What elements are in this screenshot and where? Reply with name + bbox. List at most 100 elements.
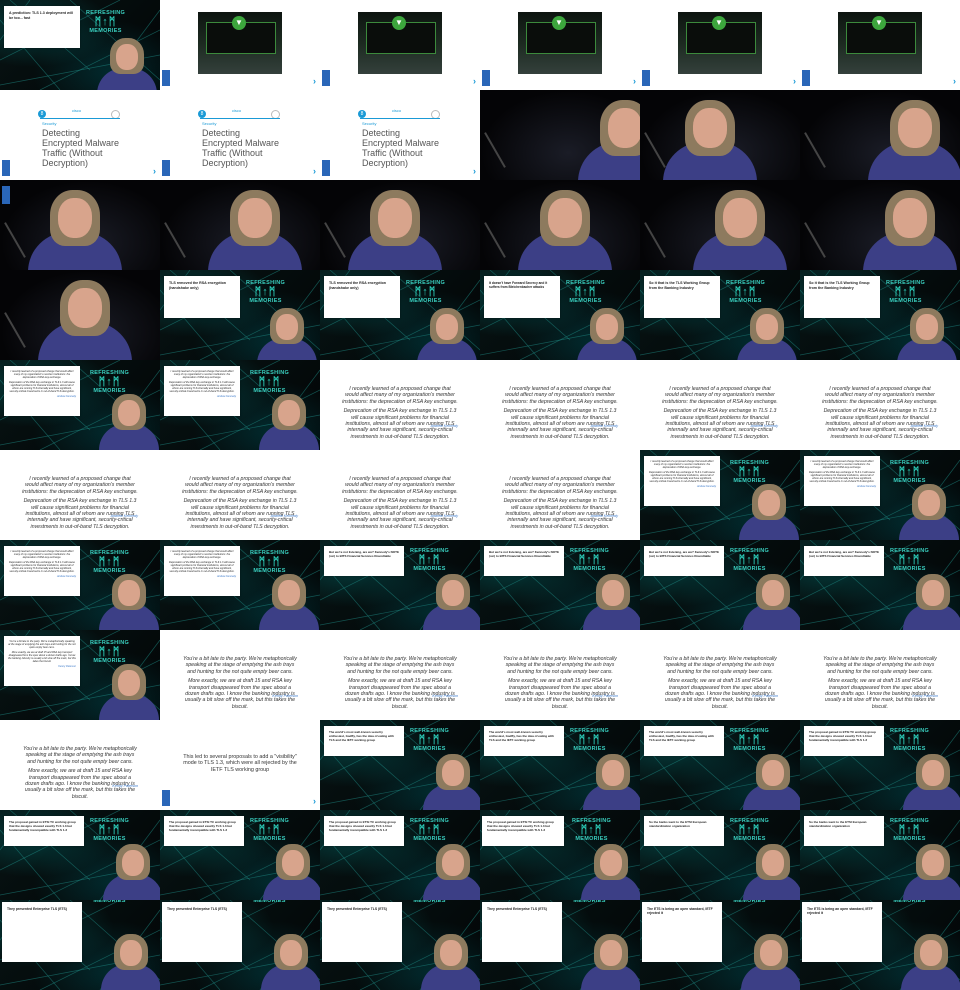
slide-card-quote: I recently learned of a proposed change … — [804, 456, 880, 506]
presentation-title: Detecting Encrypted Malware Traffic (Wit… — [42, 128, 120, 168]
slide-text: It doesn't have Forward Secrecy and it s… — [489, 281, 548, 290]
slide-card: The ETS is being an open standard, IETF … — [642, 902, 722, 962]
quote-attribution: Kenny Paterson — [432, 694, 458, 698]
slide-text: The proposal gained in ETSI TC working g… — [169, 820, 236, 832]
quote-block: I recently learned of a proposed change … — [822, 386, 938, 443]
speaker-figure — [898, 748, 960, 810]
slide-text: But we're not listening, are we? Kennedy… — [649, 550, 719, 558]
slide-card-quote: I recently learned of a proposed change … — [164, 366, 240, 416]
frame-r1c0: 8 cisco Security Detecting Encrypted Malwar… — [0, 90, 160, 180]
next-slide-arrow[interactable]: › — [633, 77, 636, 86]
next-slide-arrow[interactable]: › — [313, 797, 316, 806]
frame-r10c4: The ETS is being an open standard, IETF … — [640, 900, 800, 990]
microphone — [4, 312, 26, 348]
frame-r0c2: ▼ › — [320, 0, 480, 90]
frame-r7c5: You're a bit late to the party. We're me… — [800, 630, 960, 720]
quote-block: I recently learned of a proposed change … — [662, 386, 778, 443]
quote-block: You're a bit late to the party. We're me… — [822, 656, 938, 713]
slide-text: The ETS is being an open standard, IETF … — [647, 907, 713, 916]
frame-r9c4: So the banks went to the ETSI European s… — [640, 810, 800, 900]
slide-text: The proposal gained in ETSI TC working g… — [329, 820, 396, 832]
slide-text: The world's most well-known security ent… — [329, 730, 394, 742]
logo-glyph: ᛗ↑ᛗ — [418, 823, 441, 836]
logo-glyph: ᛗ↑ᛗ — [734, 285, 757, 298]
logo-line2: MEMORIES — [253, 900, 286, 904]
frame-r8c3: The world's most well-known security ent… — [480, 720, 640, 810]
slide-text: So it that is the TLS Working Group from… — [809, 281, 870, 290]
logo-glyph: ᛗ↑ᛗ — [738, 733, 761, 746]
logo-glyph: ᛗ↑ᛗ — [98, 375, 121, 388]
slide-text: But we're not listening, are we? Kennedy… — [329, 550, 399, 558]
refreshing-memories-logo: REFRESHINGᛗ↑ᛗMEMORIES — [410, 900, 449, 904]
frame-r0c5: ▼ › — [800, 0, 960, 90]
frame-r3c3: It doesn't have Forward Secrecy and it s… — [480, 270, 640, 360]
refreshing-memories-logo: REFRESHINGᛗ↑ᛗMEMORIES — [90, 900, 129, 904]
logo-glyph: ᛗ↑ᛗ — [94, 15, 117, 28]
frame-r2c5 — [800, 180, 960, 270]
logo-glyph: ᛗ↑ᛗ — [98, 823, 121, 836]
slide-card: But we're not listening, are we? Kennedy… — [644, 546, 724, 576]
speaker-face — [120, 940, 142, 966]
speaker-figure — [418, 838, 480, 900]
frame-r6c2: But we're not listening, are we? Kennedy… — [320, 540, 480, 630]
title-rule — [200, 118, 280, 119]
logo-glyph: ᛗ↑ᛗ — [898, 553, 921, 566]
slide-card: TLS removed the RSA encryption (handshak… — [164, 276, 240, 318]
slide-text: The proposal gained in ETSI TC working g… — [809, 730, 876, 742]
side-flag — [162, 790, 170, 806]
slide-text: So the banks went to the ETSI European s… — [649, 820, 707, 828]
speaker-face — [280, 940, 302, 966]
speaker-figure — [94, 388, 160, 450]
slide-text: So it that is the TLS Working Group from… — [649, 281, 710, 290]
slide-quote-text: I recently learned of a proposed change … — [650, 460, 714, 470]
frame-r0c4: ▼ › — [640, 0, 800, 90]
quote-attribution: Andrew Kennedy — [750, 424, 778, 428]
next-slide-arrow[interactable]: › — [953, 77, 956, 86]
slide-card: The proposal gained in ETSI TC working g… — [164, 816, 244, 846]
slide-card: The world's most well-known security ent… — [644, 726, 724, 756]
quote-attribution: Andrew Kennedy — [590, 424, 618, 428]
slide-quote-text: I recently learned of a proposed change … — [170, 370, 234, 380]
quote-block: You're a bit late to the party. We're me… — [662, 656, 778, 713]
slide-quote-text: Andrew Kennedy — [56, 394, 76, 398]
speaker-figure — [578, 568, 640, 630]
frame-r7c4: You're a bit late to the party. We're me… — [640, 630, 800, 720]
slide-card: A prediction: TLS 1.3 deployment will be… — [4, 6, 80, 48]
next-slide-arrow[interactable]: › — [313, 77, 316, 86]
speaker-face — [922, 850, 944, 876]
frame-r9c3: The proposal gained in ETSI TC working g… — [480, 810, 640, 900]
speaker-figure — [576, 928, 640, 990]
side-flag — [2, 160, 10, 176]
logo-line2: MEMORIES — [733, 900, 766, 904]
frame-r5c1: I recently learned of a proposed change … — [160, 450, 320, 540]
slide-card: The world's most well-known security ent… — [324, 726, 404, 756]
next-slide-arrow[interactable]: › — [153, 167, 156, 176]
next-slide-arrow[interactable]: › — [793, 77, 796, 86]
speaker-figure — [92, 32, 160, 90]
booth-photo: ▼ — [358, 12, 442, 74]
speaker-figure — [570, 96, 640, 180]
speaker-face — [118, 580, 140, 606]
frame-r5c2: I recently learned of a proposed change … — [320, 450, 480, 540]
frame-r1c1: 8 cisco Security Detecting Encrypted Malwar… — [160, 90, 320, 180]
speaker-face — [756, 314, 778, 340]
logo-glyph: ᛗ↑ᛗ — [258, 555, 281, 568]
frame-r10c2: They presented Enterprise TLS (ETS) REFRE… — [320, 900, 480, 990]
speaker-face — [276, 314, 298, 340]
cisco-wordmark: cisco — [392, 108, 402, 113]
slide-card: So it that is the TLS Working Group from… — [644, 276, 720, 318]
speaker-face — [548, 198, 582, 238]
next-slide-arrow[interactable]: › — [473, 167, 476, 176]
slide-card: So it that is the TLS Working Group from… — [804, 276, 880, 318]
quote-block: You're a bit late to the party. We're me… — [22, 746, 138, 803]
next-slide-arrow[interactable]: › — [313, 167, 316, 176]
frame-r8c1: This led to several proposals to add a "… — [160, 720, 320, 810]
next-slide-arrow[interactable]: › — [473, 77, 476, 86]
slide-card: The world's most well-known security ent… — [484, 726, 564, 756]
slide-text: The world's most well-known security ent… — [649, 730, 714, 742]
speaker-face — [436, 314, 458, 340]
cisco-logo-icon: ▼ — [872, 16, 886, 30]
speaker-face — [442, 580, 464, 606]
speaker-figure — [576, 838, 640, 900]
quote-paragraph: You're a bit late to the party. We're me… — [23, 746, 137, 765]
